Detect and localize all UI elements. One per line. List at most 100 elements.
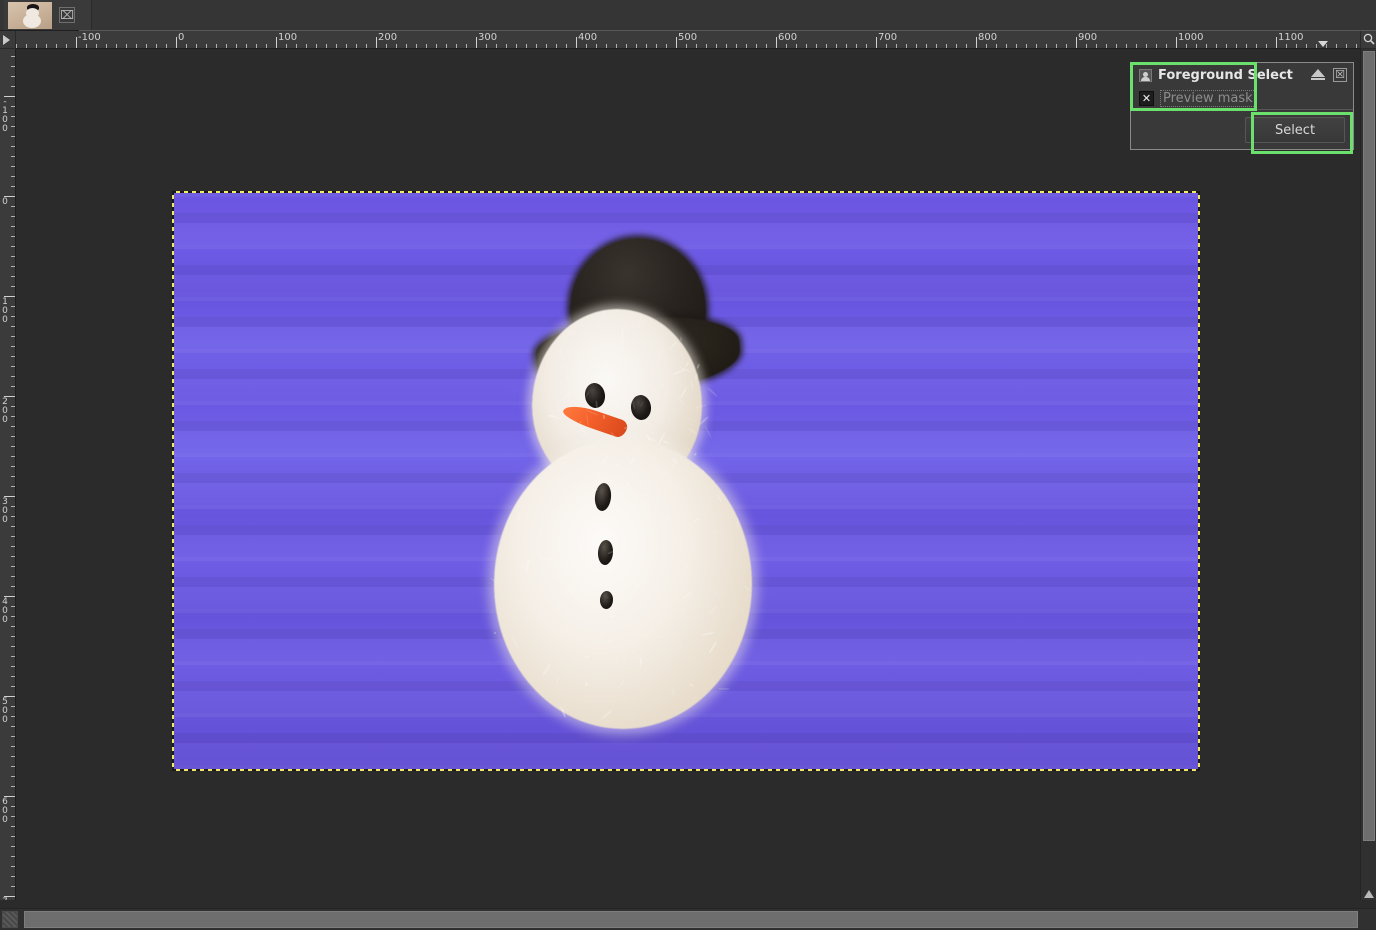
ruler-tick-minor bbox=[556, 44, 557, 48]
ruler-tick-minor bbox=[11, 346, 15, 347]
vertical-ruler[interactable]: -100 0 100 200 300 400 500 600 700 bbox=[0, 49, 16, 900]
ruler-tick-minor bbox=[11, 756, 15, 757]
ruler-tick-minor bbox=[656, 44, 657, 48]
ruler-tick-minor bbox=[366, 44, 367, 48]
ruler-tick-minor bbox=[246, 44, 247, 48]
ruler-tick-minor bbox=[11, 586, 15, 587]
ruler-tick-minor bbox=[446, 44, 447, 48]
zoom-image-button[interactable] bbox=[1360, 31, 1376, 49]
ruler-tick-minor bbox=[266, 44, 267, 48]
ruler-tick-minor bbox=[536, 44, 537, 48]
ruler-label: 500 bbox=[2, 697, 8, 725]
ruler-label: 100 bbox=[278, 32, 298, 43]
ruler-tick-minor bbox=[236, 44, 237, 48]
ruler-tick-minor bbox=[11, 736, 15, 737]
ruler-origin-button[interactable] bbox=[0, 31, 16, 49]
ruler-tick-minor bbox=[436, 44, 437, 48]
horizontal-scrollbar-thumb[interactable] bbox=[24, 911, 1358, 928]
ruler-label: 400 bbox=[578, 32, 598, 43]
ants-bottom bbox=[172, 769, 1200, 771]
ruler-tick-major bbox=[76, 37, 77, 48]
ruler-tick-minor bbox=[1166, 44, 1167, 48]
ruler-tick-minor bbox=[526, 44, 527, 48]
ruler-tick-minor bbox=[416, 44, 417, 48]
fiber-wisp bbox=[579, 371, 583, 381]
ruler-tick-minor bbox=[1306, 44, 1307, 48]
ruler-tick-minor bbox=[196, 44, 197, 48]
ruler-tick-minor bbox=[11, 826, 15, 827]
fiber-wisp bbox=[741, 609, 744, 612]
ruler-tick-minor bbox=[946, 44, 947, 48]
ruler-tick-minor bbox=[11, 576, 15, 577]
ruler-tick-minor bbox=[426, 44, 427, 48]
ruler-tick-minor bbox=[11, 476, 15, 477]
image-tab[interactable]: ⌧ bbox=[4, 0, 92, 30]
ruler-tick-major bbox=[376, 37, 377, 48]
ruler-tick-minor bbox=[11, 256, 15, 257]
ruler-tick-minor bbox=[11, 446, 15, 447]
ruler-tick-major bbox=[1076, 37, 1077, 48]
ruler-tick-minor bbox=[256, 44, 257, 48]
ruler-tick-minor bbox=[706, 44, 707, 48]
ruler-tick-minor bbox=[516, 44, 517, 48]
ruler-tick-minor bbox=[1236, 44, 1237, 48]
ruler-tick-minor bbox=[11, 426, 15, 427]
ruler-tick-minor bbox=[896, 44, 897, 48]
ruler-tick-minor bbox=[1336, 44, 1337, 48]
ruler-tick-minor bbox=[506, 44, 507, 48]
horizontal-scrollbar[interactable] bbox=[0, 908, 1376, 930]
preview-mask-row[interactable]: ✕ Preview mask bbox=[1139, 90, 1256, 107]
ruler-label: 700 bbox=[1, 898, 9, 901]
ruler-position-marker bbox=[1318, 41, 1328, 47]
ruler-tick-minor bbox=[46, 44, 47, 48]
ruler-tick-minor bbox=[11, 176, 15, 177]
ruler-tick-minor bbox=[326, 44, 327, 48]
ruler-tick-minor bbox=[296, 44, 297, 48]
ruler-tick-minor bbox=[11, 856, 15, 857]
ruler-tick-minor bbox=[866, 44, 867, 48]
ruler-label: 700 bbox=[878, 32, 898, 43]
ruler-tick-minor bbox=[1296, 44, 1297, 48]
ruler-tick-minor bbox=[1346, 44, 1347, 48]
ruler-tick-minor bbox=[11, 336, 15, 337]
ruler-tick-minor bbox=[786, 44, 787, 48]
dialog-footer: Select bbox=[1131, 109, 1353, 149]
scrollbar-grip[interactable] bbox=[2, 911, 18, 928]
snowman-image[interactable] bbox=[172, 191, 1200, 771]
ruler-tick-minor bbox=[146, 44, 147, 48]
snowman-figure bbox=[474, 233, 774, 769]
vertical-scrollbar[interactable] bbox=[1360, 49, 1376, 900]
preview-mask-checkbox[interactable]: ✕ bbox=[1139, 91, 1154, 106]
collapse-icon-bar[interactable] bbox=[1311, 78, 1325, 80]
close-icon[interactable]: ⌧ bbox=[59, 7, 75, 23]
fiber-wisp bbox=[678, 383, 683, 386]
ruler-tick-minor bbox=[11, 116, 15, 117]
select-button[interactable]: Select bbox=[1245, 117, 1345, 143]
ruler-tick-minor bbox=[1286, 44, 1287, 48]
horizontal-ruler[interactable]: -100 0 100 200 300 400 500 600 700 800 900 1000 1100 bbox=[16, 31, 1360, 49]
ruler-tick-minor bbox=[806, 44, 807, 48]
collapse-icon[interactable] bbox=[1311, 69, 1325, 77]
fiber-wisp bbox=[570, 355, 578, 358]
ruler-tick-minor bbox=[11, 216, 15, 217]
foreground-select-dialog[interactable]: Foreground Select ☒ ✕ Preview mask Selec… bbox=[1130, 62, 1354, 150]
close-icon[interactable]: ☒ bbox=[1333, 68, 1347, 82]
ruler-tick-minor bbox=[1256, 44, 1257, 48]
ruler-tick-minor bbox=[836, 44, 837, 48]
ruler-tick-minor bbox=[66, 44, 67, 48]
ruler-tick-minor bbox=[11, 876, 15, 877]
ruler-label: 200 bbox=[2, 397, 8, 425]
vertical-scrollbar-thumb[interactable] bbox=[1363, 51, 1375, 841]
ruler-tick-minor bbox=[11, 126, 15, 127]
canvas-area[interactable] bbox=[16, 49, 1360, 900]
fiber-wisp bbox=[703, 425, 712, 438]
ruler-tick-minor bbox=[11, 56, 15, 57]
ruler-tick-minor bbox=[11, 716, 15, 717]
scroll-down-icon[interactable] bbox=[1364, 890, 1374, 898]
preview-mask-label[interactable]: Preview mask bbox=[1160, 90, 1256, 107]
ruler-tick-major bbox=[1276, 37, 1277, 48]
fiber-wisp bbox=[718, 687, 730, 690]
gimp-window: ⌧ -100 0 100 200 300 400 500 600 700 800 900 1000 11… bbox=[0, 0, 1376, 930]
ruler-tick-minor bbox=[56, 44, 57, 48]
ruler-tick-minor bbox=[11, 366, 15, 367]
